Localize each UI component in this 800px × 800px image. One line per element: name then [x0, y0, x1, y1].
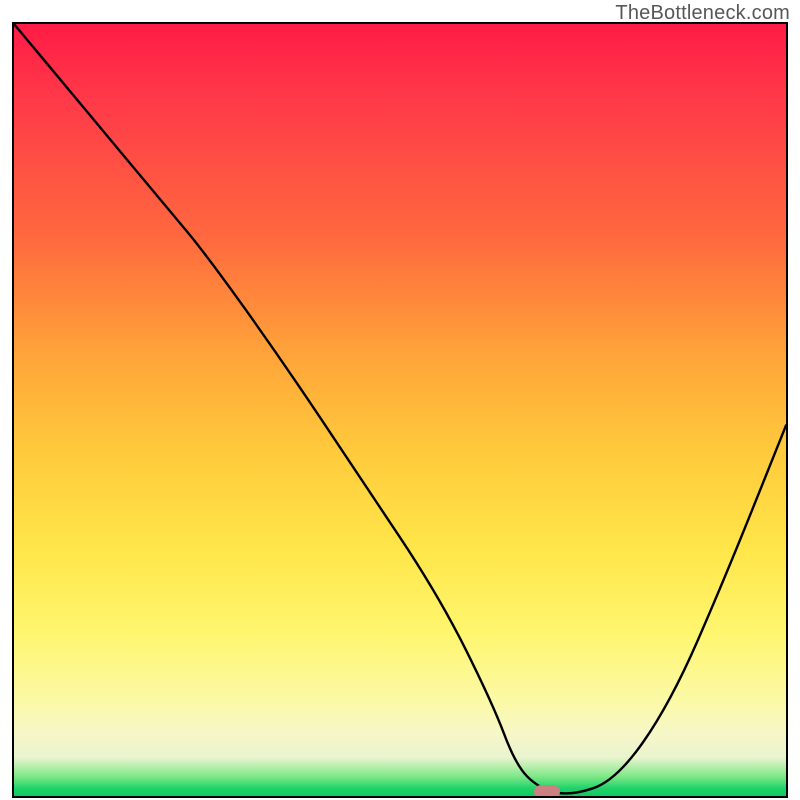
chart-frame	[12, 22, 788, 798]
optimum-marker	[534, 785, 560, 798]
bottleneck-curve	[14, 24, 786, 796]
